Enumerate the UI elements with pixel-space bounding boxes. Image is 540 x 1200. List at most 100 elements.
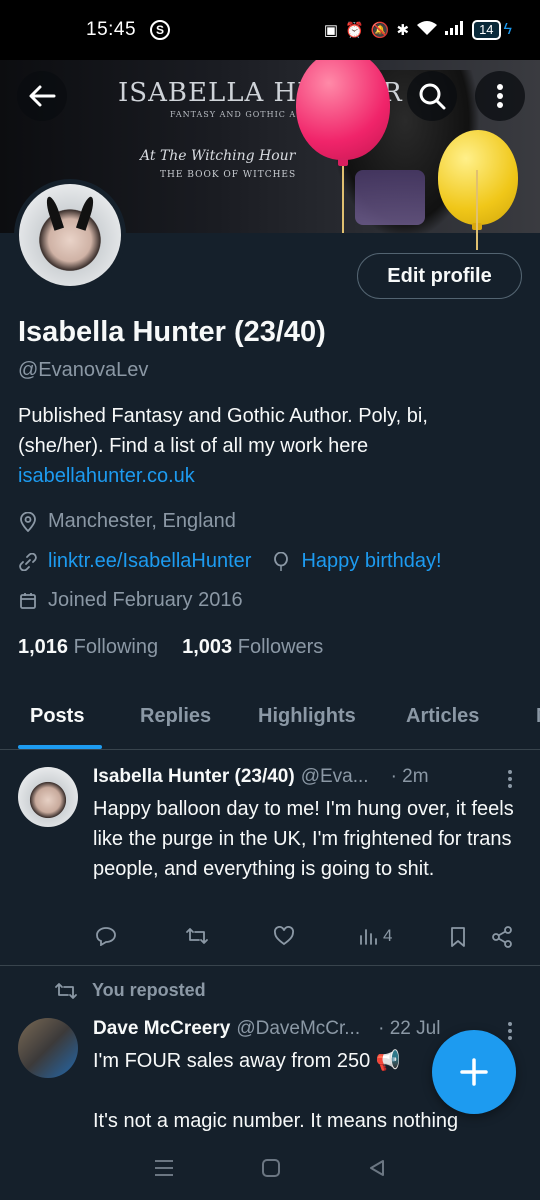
post-header: Dave McCreery @DaveMcCr... · 22 Jul bbox=[93, 1018, 440, 1040]
birthday-link[interactable]: Happy birthday! bbox=[301, 550, 441, 573]
system-navigation-bar bbox=[0, 1140, 540, 1200]
like-button[interactable] bbox=[273, 926, 295, 946]
status-icons: ▣ ⏰ 🔕 ✱ 14 ϟ bbox=[324, 20, 512, 40]
location-row: Manchester, England bbox=[18, 510, 236, 533]
home-button[interactable] bbox=[261, 1158, 281, 1183]
joined-text: Joined February 2016 bbox=[48, 589, 243, 611]
following-label: Following bbox=[73, 636, 159, 658]
reply-icon bbox=[96, 927, 116, 946]
search-icon bbox=[419, 83, 446, 110]
nfc-icon: ▣ bbox=[323, 22, 339, 39]
plus-icon bbox=[460, 1058, 488, 1086]
balloon-icon bbox=[271, 551, 291, 572]
menu-icon bbox=[155, 1159, 173, 1176]
triangle-back-icon bbox=[370, 1159, 384, 1176]
post-author-handle: @Eva... bbox=[300, 766, 369, 787]
avatar-horn-left bbox=[43, 195, 65, 231]
avatar-horn-right bbox=[75, 195, 97, 231]
search-button[interactable] bbox=[407, 71, 457, 121]
post-divider bbox=[0, 965, 540, 966]
red-balloon-knot bbox=[338, 158, 348, 166]
repost-icon bbox=[55, 982, 77, 999]
profile-bio: Published Fantasy and Gothic Author. Pol… bbox=[18, 401, 518, 491]
edit-profile-button[interactable]: Edit profile bbox=[357, 253, 522, 299]
post-author-handle: @DaveMcCr... bbox=[236, 1018, 361, 1039]
followers-link[interactable]: 1,003 Followers bbox=[182, 636, 323, 659]
repost-indicator: You reposted bbox=[54, 980, 206, 1001]
post-time: · 2m bbox=[390, 766, 429, 787]
tab-overflow[interactable]: M bbox=[536, 705, 540, 728]
wifi-icon bbox=[416, 20, 438, 40]
repost-icon bbox=[186, 928, 208, 944]
bio-text: Published Fantasy and Gothic Author. Pol… bbox=[18, 405, 428, 457]
views-icon bbox=[360, 929, 377, 945]
tab-posts[interactable]: Posts bbox=[30, 705, 84, 728]
following-count: 1,016 bbox=[18, 636, 69, 658]
profile-handle: @EvanovaLev bbox=[18, 359, 149, 381]
heart-icon bbox=[274, 926, 294, 946]
post-avatar[interactable] bbox=[18, 767, 78, 827]
arrow-left-icon bbox=[29, 85, 56, 107]
status-bar: 15:45 S ▣ ⏰ 🔕 ✱ 14 ϟ bbox=[0, 0, 540, 60]
post-text-line1: I'm FOUR sales away from 250 📢 bbox=[93, 1050, 401, 1072]
tab-highlights[interactable]: Highlights bbox=[258, 705, 356, 728]
post-author-name[interactable]: Dave McCreery bbox=[93, 1018, 230, 1040]
following-link[interactable]: 1,016 Following bbox=[18, 636, 158, 659]
recents-button[interactable] bbox=[153, 1158, 175, 1183]
post-text-line2: It's not a magic number. It means nothin… bbox=[93, 1110, 459, 1132]
bluetooth-icon: ✱ bbox=[396, 22, 410, 39]
home-square-icon bbox=[262, 1158, 280, 1177]
more-options-button[interactable] bbox=[475, 71, 525, 121]
calendar-icon bbox=[18, 591, 38, 611]
bio-link[interactable]: isabellahunter.co.uk bbox=[18, 465, 195, 487]
back-nav-button[interactable] bbox=[367, 1158, 387, 1183]
followers-count: 1,003 bbox=[182, 636, 233, 658]
alarm-icon: ⏰ bbox=[345, 22, 364, 39]
link-icon bbox=[18, 552, 38, 572]
post-header: Isabella Hunter (23/40) @Eva... · 2m bbox=[93, 766, 429, 788]
reply-button[interactable] bbox=[95, 926, 117, 946]
post-author-name[interactable]: Isabella Hunter (23/40) bbox=[93, 766, 295, 788]
website-link[interactable]: linktr.ee/IsabellaHunter bbox=[48, 550, 251, 573]
charging-icon: ϟ bbox=[503, 21, 512, 38]
share-icon bbox=[492, 926, 512, 948]
red-balloon bbox=[296, 60, 390, 160]
banner-book-title: THE BOOK OF WITCHES bbox=[160, 170, 297, 180]
post-actions: 4 bbox=[95, 926, 515, 950]
location-text: Manchester, England bbox=[48, 510, 236, 532]
followers-label: Followers bbox=[237, 636, 324, 658]
post-more-button[interactable] bbox=[506, 1022, 514, 1040]
profile-tabs: Posts Replies Highlights Articles M bbox=[0, 690, 540, 750]
profile-avatar[interactable] bbox=[14, 179, 126, 291]
banner-script: At The Witching Hour bbox=[140, 148, 296, 164]
red-balloon-string bbox=[342, 166, 344, 233]
mute-icon: 🔕 bbox=[370, 22, 390, 39]
yellow-balloon bbox=[438, 130, 518, 225]
post-more-button[interactable] bbox=[506, 770, 514, 788]
status-time: 15:45 bbox=[86, 19, 137, 40]
more-vertical-icon bbox=[497, 84, 503, 108]
share-button[interactable] bbox=[491, 926, 513, 948]
post-avatar[interactable] bbox=[18, 1018, 78, 1078]
location-pin-icon bbox=[18, 511, 38, 532]
banner-corset bbox=[355, 170, 425, 225]
post-time: · 22 Jul bbox=[378, 1018, 441, 1039]
battery-level: 14 bbox=[472, 20, 501, 40]
bookmark-button[interactable] bbox=[449, 926, 467, 948]
website-row: linktr.ee/IsabellaHunter Happy birthday! bbox=[18, 550, 442, 573]
post-item[interactable]: Isabella Hunter (23/40) @Eva... · 2m Hap… bbox=[0, 750, 540, 965]
app-notification-icon: S bbox=[150, 20, 171, 40]
back-button[interactable] bbox=[17, 71, 67, 121]
post-text: Happy balloon day to me! I'm hung over, … bbox=[93, 798, 514, 880]
follow-stats: 1,016 Following 1,003 Followers bbox=[18, 636, 323, 659]
yellow-balloon-string bbox=[476, 170, 478, 250]
compose-button[interactable] bbox=[432, 1030, 516, 1114]
bookmark-icon bbox=[451, 927, 465, 947]
active-tab-indicator bbox=[18, 745, 102, 749]
repost-button[interactable] bbox=[185, 926, 209, 946]
signal-icon bbox=[445, 21, 465, 39]
profile-name: Isabella Hunter (23/40) bbox=[18, 316, 326, 348]
views-button[interactable]: 4 bbox=[359, 926, 392, 946]
tab-replies[interactable]: Replies bbox=[140, 705, 211, 728]
tab-articles[interactable]: Articles bbox=[406, 705, 479, 728]
